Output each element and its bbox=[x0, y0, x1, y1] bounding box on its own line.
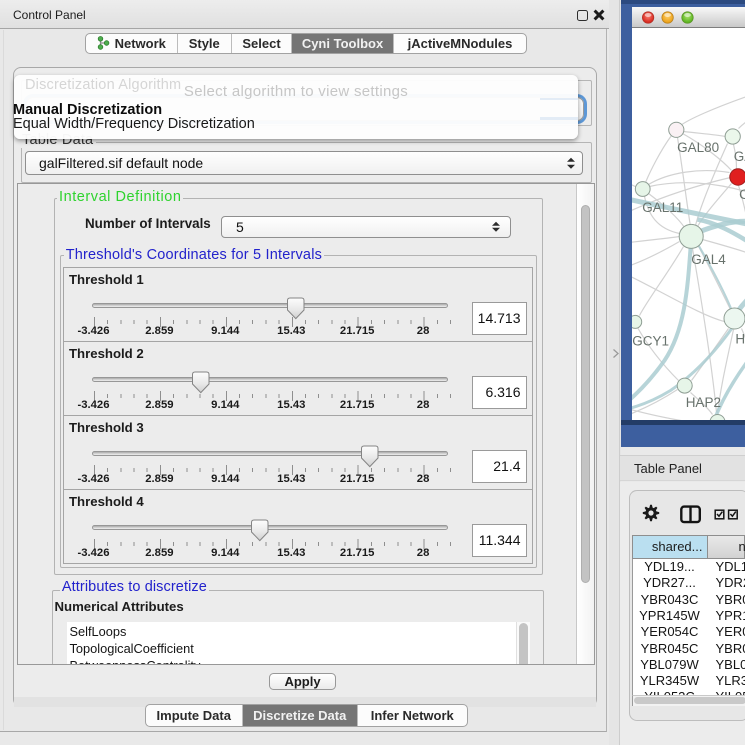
svg-text:GA: GA bbox=[733, 149, 745, 164]
svg-text:GAL4: GAL4 bbox=[691, 252, 726, 267]
svg-text:CD: CD bbox=[739, 187, 745, 202]
svg-text:HS: HS bbox=[735, 331, 745, 346]
svg-text:GCY1: GCY1 bbox=[632, 333, 669, 348]
svg-text:GAL80: GAL80 bbox=[677, 140, 719, 155]
svg-text:HAP2: HAP2 bbox=[685, 395, 720, 410]
svg-text:GAL11: GAL11 bbox=[642, 200, 683, 215]
